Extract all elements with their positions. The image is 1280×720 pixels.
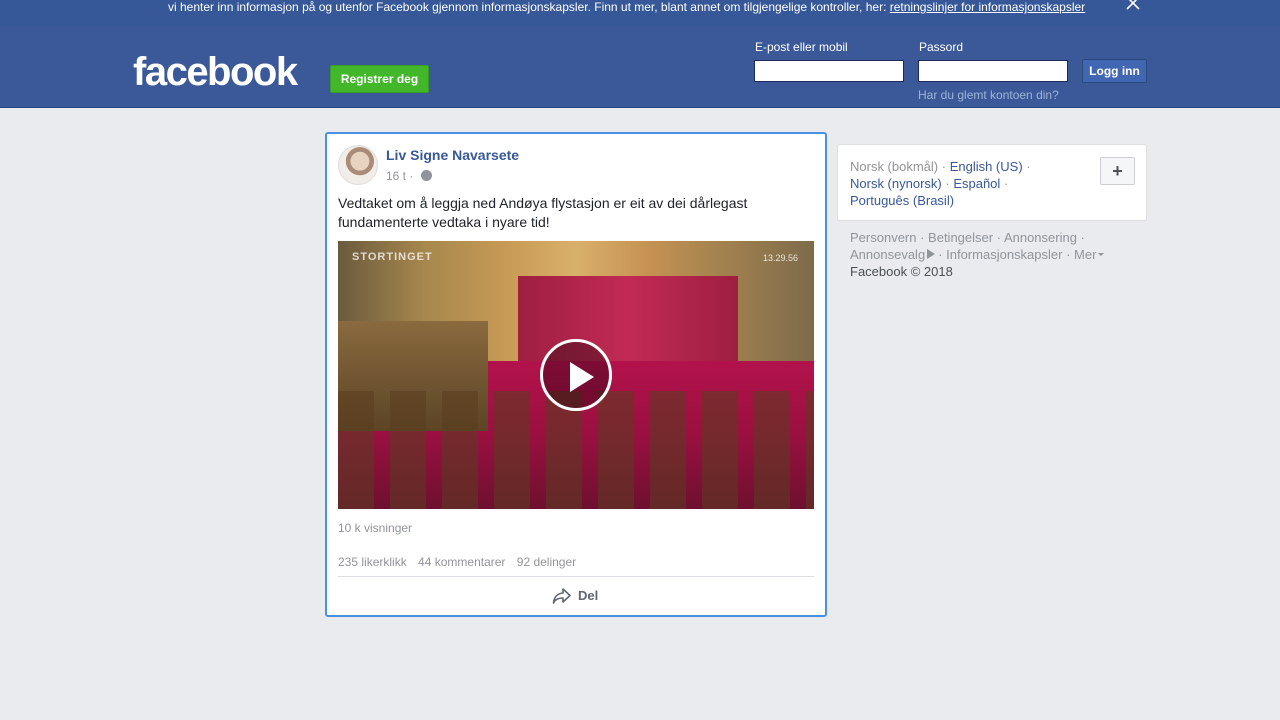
cookie-banner: vi henter inn informasjon på og utenfor …	[0, 0, 1280, 26]
language-list: Norsk (bokmål) · English (US) · Norsk (n…	[850, 159, 1031, 208]
footer-link-personvern[interactable]: Personvern	[850, 230, 916, 245]
video-player[interactable]: STORTINGET 13.29.56	[338, 241, 814, 509]
language-option-english[interactable]: English (US)	[950, 159, 1023, 174]
post-stats: 235 likerklikk 44 kommentarer 92 delinge…	[338, 555, 584, 569]
password-label: Passord	[919, 40, 964, 54]
adchoices-icon	[927, 249, 936, 259]
footer-link-annonsevalg[interactable]: Annonsevalg	[850, 247, 925, 262]
language-selector: Norsk (bokmål) · English (US) · Norsk (n…	[837, 144, 1147, 221]
share-label: Del	[578, 588, 599, 603]
signup-button[interactable]: Registrer deg	[330, 65, 429, 93]
login-button[interactable]: Logg inn	[1082, 59, 1147, 83]
view-count: 10 k visninger	[338, 521, 413, 535]
password-field[interactable]	[918, 60, 1068, 82]
language-current: Norsk (bokmål)	[850, 159, 939, 174]
meta-separator: ·	[409, 169, 414, 183]
plus-icon[interactable]: +	[1100, 157, 1135, 185]
chevron-down-icon	[1098, 253, 1105, 256]
footer-link-betingelser[interactable]: Betingelser	[928, 230, 993, 245]
language-option-espanol[interactable]: Español	[953, 176, 1000, 191]
facebook-logo[interactable]: facebook	[133, 50, 298, 94]
language-option-nynorsk[interactable]: Norsk (nynorsk)	[850, 176, 942, 191]
forgot-account-link[interactable]: Har du glemt kontoen din?	[918, 88, 1059, 102]
cookie-text: vi henter inn informasjon på og utenfor …	[168, 0, 890, 14]
footer-links: Personvern · Betingelser · Annonsering ·…	[850, 229, 1140, 280]
close-icon[interactable]	[1124, 0, 1142, 12]
email-label: E-post eller mobil	[755, 40, 848, 54]
play-icon[interactable]	[540, 339, 612, 411]
video-watermark: STORTINGET	[352, 251, 433, 263]
comments-count[interactable]: 44 kommentarer	[418, 555, 505, 569]
likes-count[interactable]: 235 likerklikk	[338, 555, 407, 569]
cookie-banner-text: vi henter inn informasjon på og utenfor …	[168, 0, 1085, 14]
avatar[interactable]	[338, 145, 378, 185]
post-divider	[338, 576, 814, 577]
language-option-portugues[interactable]: Português (Brasil)	[850, 193, 954, 208]
header-bar: facebook Registrer deg E-post eller mobi…	[0, 26, 1280, 108]
post-time[interactable]: 16 t	[386, 169, 406, 183]
post-author[interactable]: Liv Signe Navarsete	[386, 147, 519, 163]
video-timestamp: 13.29.56	[762, 253, 798, 263]
shares-count[interactable]: 92 delinger	[517, 555, 576, 569]
globe-icon	[420, 170, 432, 181]
footer-link-mer[interactable]: Mer	[1074, 247, 1096, 262]
share-icon	[552, 588, 571, 604]
post-meta: 16 t ·	[386, 169, 432, 183]
footer-link-annonsering[interactable]: Annonsering	[1004, 230, 1077, 245]
share-button[interactable]: Del	[552, 586, 598, 606]
email-field[interactable]	[754, 60, 904, 82]
cookie-policy-link[interactable]: retningslinjer for informasjonskapsler	[890, 0, 1085, 14]
footer-link-informasjonskapsler[interactable]: Informasjonskapsler	[946, 247, 1062, 262]
post-text: Vedtaket om å leggja ned Andøya flystasj…	[338, 195, 748, 230]
post-card: Liv Signe Navarsete 16 t · Vedtaket om å…	[325, 132, 827, 617]
copyright: Facebook © 2018	[850, 264, 953, 279]
